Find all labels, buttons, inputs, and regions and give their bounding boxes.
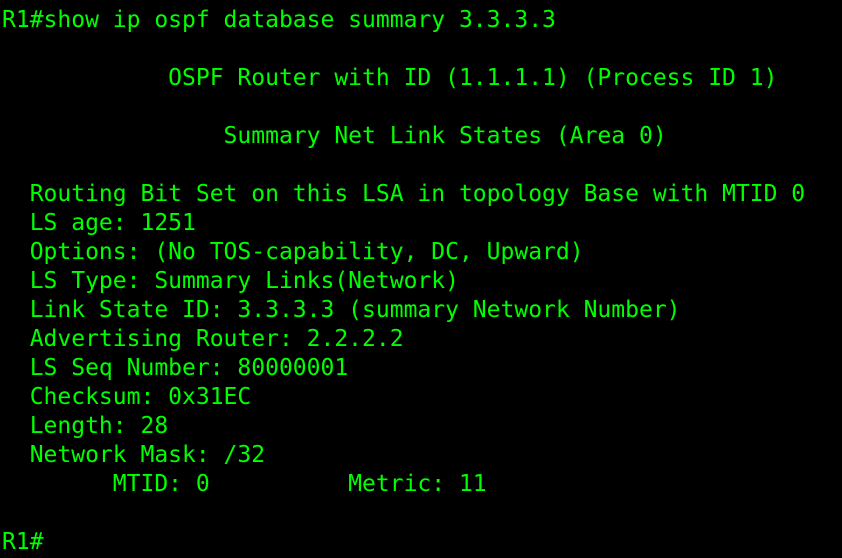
ospf-router-header: OSPF Router with ID (1.1.1.1) (Process I… bbox=[2, 65, 778, 91]
ls-seq-number-line: LS Seq Number: 80000001 bbox=[2, 355, 349, 381]
summary-net-link-states-header: Summary Net Link States (Area 0) bbox=[2, 123, 667, 149]
ls-type-line: LS Type: Summary Links(Network) bbox=[2, 268, 459, 294]
network-mask-line: Network Mask: /32 bbox=[2, 442, 266, 468]
ls-age-line: LS age: 1251 bbox=[2, 210, 196, 236]
terminal-window[interactable]: R1#show ip ospf database summary 3.3.3.3… bbox=[0, 0, 842, 558]
command-line: R1#show ip ospf database summary 3.3.3.3 bbox=[2, 7, 556, 33]
prompt-line[interactable]: R1# bbox=[2, 528, 44, 557]
length-line: Length: 28 bbox=[2, 413, 169, 439]
link-state-id-line: Link State ID: 3.3.3.3 (summary Network … bbox=[2, 297, 681, 323]
checksum-line: Checksum: 0x31EC bbox=[2, 384, 252, 410]
mtid-metric-line: MTID: 0 Metric: 11 bbox=[2, 471, 487, 497]
advertising-router-line: Advertising Router: 2.2.2.2 bbox=[2, 326, 404, 352]
prompt: R1# bbox=[2, 529, 44, 555]
routing-bit-line: Routing Bit Set on this LSA in topology … bbox=[2, 181, 806, 207]
options-line: Options: (No TOS-capability, DC, Upward) bbox=[2, 239, 584, 265]
